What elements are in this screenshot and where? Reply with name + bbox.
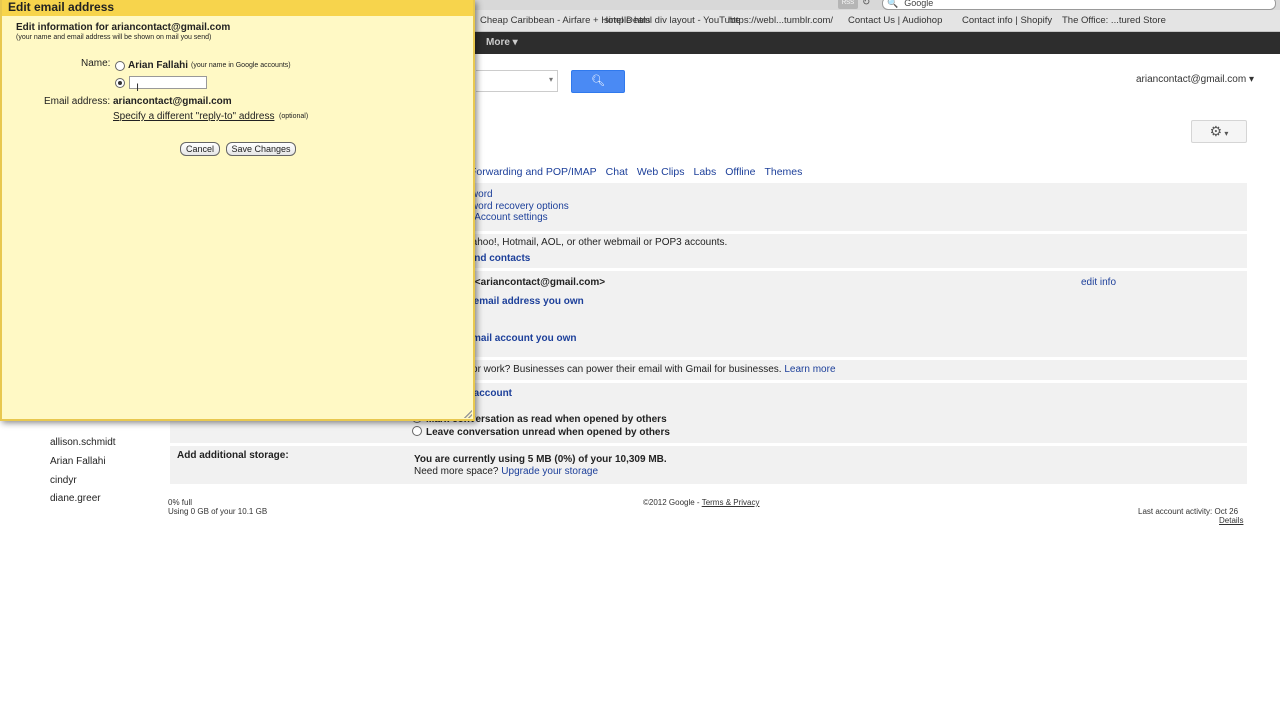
edit-email-dialog: Edit email address Edit information for … bbox=[0, 0, 475, 421]
settings-tabs: Forwarding and POP/IMAP Chat Web Clips Labs… bbox=[470, 166, 811, 178]
storage-section bbox=[170, 446, 1247, 484]
tab-labs[interactable]: Labs bbox=[693, 166, 716, 178]
name-google-radio[interactable] bbox=[115, 61, 125, 71]
reply-to-note: (optional) bbox=[279, 113, 309, 120]
storage-percent: 0% full bbox=[168, 498, 193, 507]
need-space-text: Need more space? bbox=[414, 466, 499, 477]
bookmark-item[interactable]: https://webl...tumblr.com/ bbox=[728, 15, 833, 26]
bookmark-item[interactable]: simple html div layout - YouTube bbox=[604, 15, 740, 26]
cancel-button[interactable]: Cancel bbox=[180, 142, 220, 156]
storage-used: Using 0 GB of your 10.1 GB bbox=[168, 507, 268, 516]
tab-chat[interactable]: Chat bbox=[606, 166, 628, 178]
text-cursor-icon: I bbox=[136, 82, 140, 94]
email-value: ariancontact@gmail.com bbox=[113, 96, 232, 107]
tab-forwarding[interactable]: Forwarding and POP/IMAP bbox=[470, 166, 597, 178]
dialog-subheading: (your name and email address will be sho… bbox=[16, 34, 212, 41]
dialog-header[interactable]: Edit email address bbox=[2, 0, 473, 16]
name-label: Name: bbox=[81, 58, 111, 69]
rss-icon[interactable]: RSS bbox=[838, 0, 858, 9]
chat-contact[interactable]: diane.greer bbox=[50, 493, 101, 504]
name-option-note: (your name in Google accounts) bbox=[191, 62, 291, 69]
dialog-title: Edit email address bbox=[8, 0, 115, 14]
more-menu[interactable]: More ▾ bbox=[486, 37, 518, 48]
last-activity: Last account activity: Oct 26 bbox=[1138, 507, 1239, 516]
apps-description: Using Gmail for work? Businesses can pow… bbox=[412, 364, 836, 375]
name-custom-radio[interactable] bbox=[115, 78, 125, 88]
search-button[interactable]: 🔍︎ bbox=[571, 70, 625, 93]
learn-more-link[interactable]: Learn more bbox=[784, 364, 835, 375]
browser-search-value: Google bbox=[904, 0, 934, 8]
save-changes-button[interactable]: Save Changes bbox=[226, 142, 296, 156]
leave-unread-radio[interactable] bbox=[412, 426, 422, 436]
chevron-down-icon: ▾ bbox=[1222, 129, 1229, 138]
bookmark-item[interactable]: Contact info | Shopify bbox=[962, 15, 1052, 26]
gear-icon: ⚙ bbox=[1209, 123, 1223, 139]
reply-to-link[interactable]: Specify a different "reply-to" address bbox=[113, 111, 274, 122]
bookmarks-bar: Cheap Caribbean - Airfare + Hotel Deals … bbox=[470, 10, 1280, 32]
mail-search-input[interactable]: ▾ bbox=[476, 70, 558, 92]
dialog-heading: Edit information for ariancontact@gmail.… bbox=[16, 22, 231, 33]
leave-unread-label: Leave conversation unread when opened by… bbox=[426, 427, 670, 438]
copyright-text: ©2012 Google - bbox=[643, 498, 702, 507]
reload-icon[interactable]: ↻ bbox=[862, 0, 870, 8]
terms-link[interactable]: Terms & Privacy bbox=[702, 498, 760, 507]
tab-offline[interactable]: Offline bbox=[725, 166, 755, 178]
account-menu[interactable]: ariancontact@gmail.com ▾ bbox=[1136, 74, 1254, 85]
leave-unread-option[interactable]: Leave conversation unread when opened by… bbox=[412, 425, 670, 438]
settings-gear-button[interactable]: ⚙ ▾ bbox=[1191, 120, 1247, 143]
email-label: Email address: bbox=[44, 96, 111, 107]
chevron-down-icon[interactable]: ▾ bbox=[549, 75, 553, 84]
storage-label: Add additional storage: bbox=[177, 450, 289, 461]
search-icon: 🔍 bbox=[887, 0, 899, 8]
copyright: ©2012 Google - Terms & Privacy bbox=[643, 498, 759, 507]
resize-handle-icon[interactable] bbox=[464, 410, 472, 418]
bookmark-item[interactable]: Contact Us | Audiohop bbox=[848, 15, 942, 26]
storage-usage: You are currently using 5 MB (0%) of you… bbox=[414, 454, 667, 465]
need-space: Need more space? Upgrade your storage bbox=[414, 466, 598, 477]
chat-contact[interactable]: allison.schmidt bbox=[50, 437, 116, 448]
tab-web-clips[interactable]: Web Clips bbox=[637, 166, 685, 178]
name-option-label: Arian Fallahi bbox=[128, 60, 189, 71]
upgrade-storage-link[interactable]: Upgrade your storage bbox=[501, 466, 598, 477]
tab-themes[interactable]: Themes bbox=[764, 166, 802, 178]
bookmark-item[interactable]: The Office: ...tured Store bbox=[1062, 15, 1166, 26]
search-icon: 🔍︎ bbox=[591, 75, 605, 87]
chat-contact[interactable]: cindyr bbox=[50, 475, 77, 486]
custom-name-input[interactable] bbox=[129, 76, 207, 89]
browser-search-field[interactable]: 🔍 Google bbox=[882, 0, 1276, 10]
edit-info-link[interactable]: edit info bbox=[1081, 277, 1116, 288]
chat-contact[interactable]: Arian Fallahi bbox=[50, 456, 106, 467]
details-link[interactable]: Details bbox=[1219, 516, 1243, 525]
google-bar bbox=[470, 32, 1280, 54]
